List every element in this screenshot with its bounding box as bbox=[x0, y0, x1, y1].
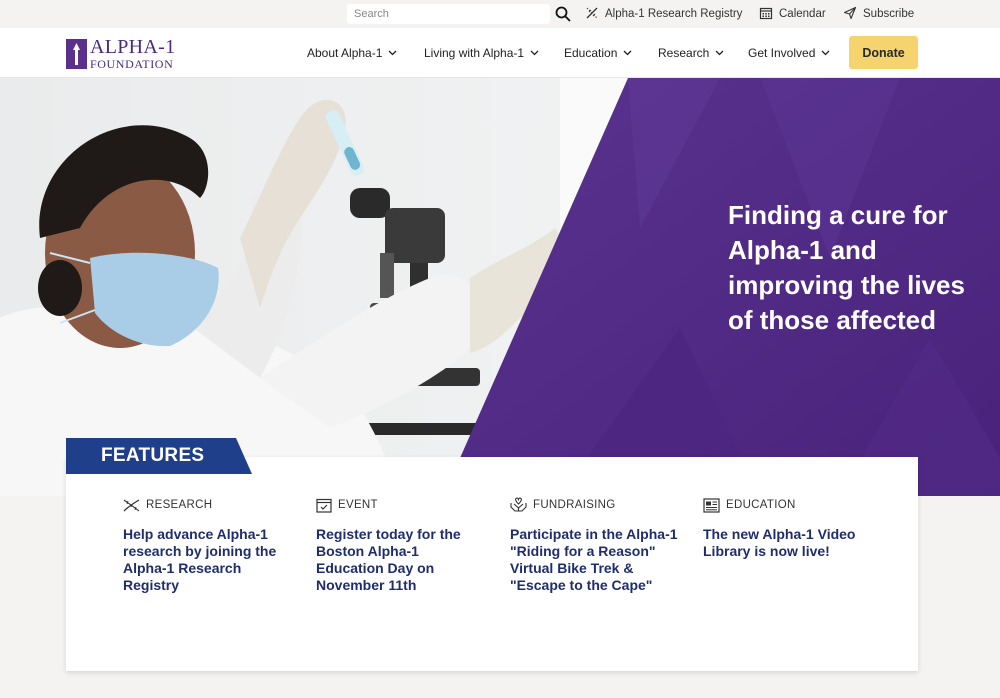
feature-research: RESEARCH Help advance Alpha-1 research b… bbox=[123, 497, 293, 594]
chevron-down-icon bbox=[623, 50, 632, 56]
calendar-icon bbox=[759, 6, 779, 23]
utility-bar: Alpha-1 Research Registry Calendar Subsc… bbox=[0, 0, 1000, 28]
hero-heading: Finding a cure for Alpha-1 and improving… bbox=[728, 200, 965, 335]
logo-subtext: FOUNDATION bbox=[90, 57, 174, 71]
chevron-down-icon bbox=[715, 50, 724, 56]
nav-education[interactable]: Education bbox=[564, 44, 632, 62]
alpha1-foundation-logo[interactable]: ALPHA-1 FOUNDATION bbox=[66, 37, 175, 70]
feature-category: RESEARCH bbox=[146, 499, 213, 511]
nav-living-with-alpha1[interactable]: Living with Alpha-1 bbox=[424, 44, 539, 62]
feature-link[interactable]: Help advance Alpha-1 research by joining… bbox=[123, 526, 293, 594]
nav-label: Research bbox=[658, 46, 710, 60]
feature-fundraising: FUNDRAISING Participate in the Alpha-1 "… bbox=[510, 497, 680, 594]
chevron-down-icon bbox=[388, 50, 397, 56]
paper-plane-icon bbox=[843, 6, 863, 23]
feature-link[interactable]: Register today for the Boston Alpha-1 Ed… bbox=[316, 526, 486, 594]
feature-event: EVENT Register today for the Boston Alph… bbox=[316, 497, 486, 594]
nav-label: About Alpha-1 bbox=[307, 46, 383, 60]
subscribe-label: Subscribe bbox=[863, 8, 915, 20]
hero-banner: Finding a cure for Alpha-1 and improving… bbox=[0, 78, 1000, 496]
search-input[interactable] bbox=[347, 4, 550, 24]
newspaper-icon bbox=[703, 497, 720, 513]
feature-category: EVENT bbox=[338, 499, 378, 511]
feature-link[interactable]: Participate in the Alpha-1 "Riding for a… bbox=[510, 526, 680, 594]
dna-icon bbox=[123, 498, 140, 511]
search-icon[interactable] bbox=[554, 5, 572, 23]
search-box bbox=[347, 4, 577, 24]
feature-education: EDUCATION The new Alpha-1 Video Library … bbox=[703, 497, 873, 560]
feature-link[interactable]: The new Alpha-1 Video Library is now liv… bbox=[703, 526, 873, 560]
site-header: ALPHA-1 FOUNDATION About Alpha-1 Living … bbox=[0, 28, 1000, 78]
research-registry-link[interactable]: Alpha-1 Research Registry bbox=[585, 6, 742, 22]
logo-wordmark: ALPHA-1 bbox=[90, 36, 176, 58]
feature-category: EDUCATION bbox=[726, 499, 796, 511]
nav-about-alpha1[interactable]: About Alpha-1 bbox=[307, 44, 397, 62]
subscribe-link[interactable]: Subscribe bbox=[843, 6, 914, 22]
nav-label: Get Involved bbox=[748, 46, 816, 60]
logo-mark-icon bbox=[66, 38, 87, 69]
dna-icon bbox=[585, 6, 605, 23]
nav-get-involved[interactable]: Get Involved bbox=[748, 44, 830, 62]
nav-label: Living with Alpha-1 bbox=[424, 46, 525, 60]
research-registry-label: Alpha-1 Research Registry bbox=[605, 8, 743, 20]
nav-research[interactable]: Research bbox=[658, 44, 724, 62]
nav-label: Education bbox=[564, 46, 618, 60]
hands-heart-icon bbox=[510, 497, 527, 512]
calendar-check-icon bbox=[316, 498, 332, 513]
chevron-down-icon bbox=[530, 50, 539, 56]
features-heading: FEATURES bbox=[101, 445, 205, 466]
calendar-label: Calendar bbox=[779, 8, 826, 20]
calendar-link[interactable]: Calendar bbox=[759, 6, 826, 22]
feature-category: FUNDRAISING bbox=[533, 499, 616, 511]
donate-button[interactable]: Donate bbox=[849, 36, 918, 69]
chevron-down-icon bbox=[821, 50, 830, 56]
